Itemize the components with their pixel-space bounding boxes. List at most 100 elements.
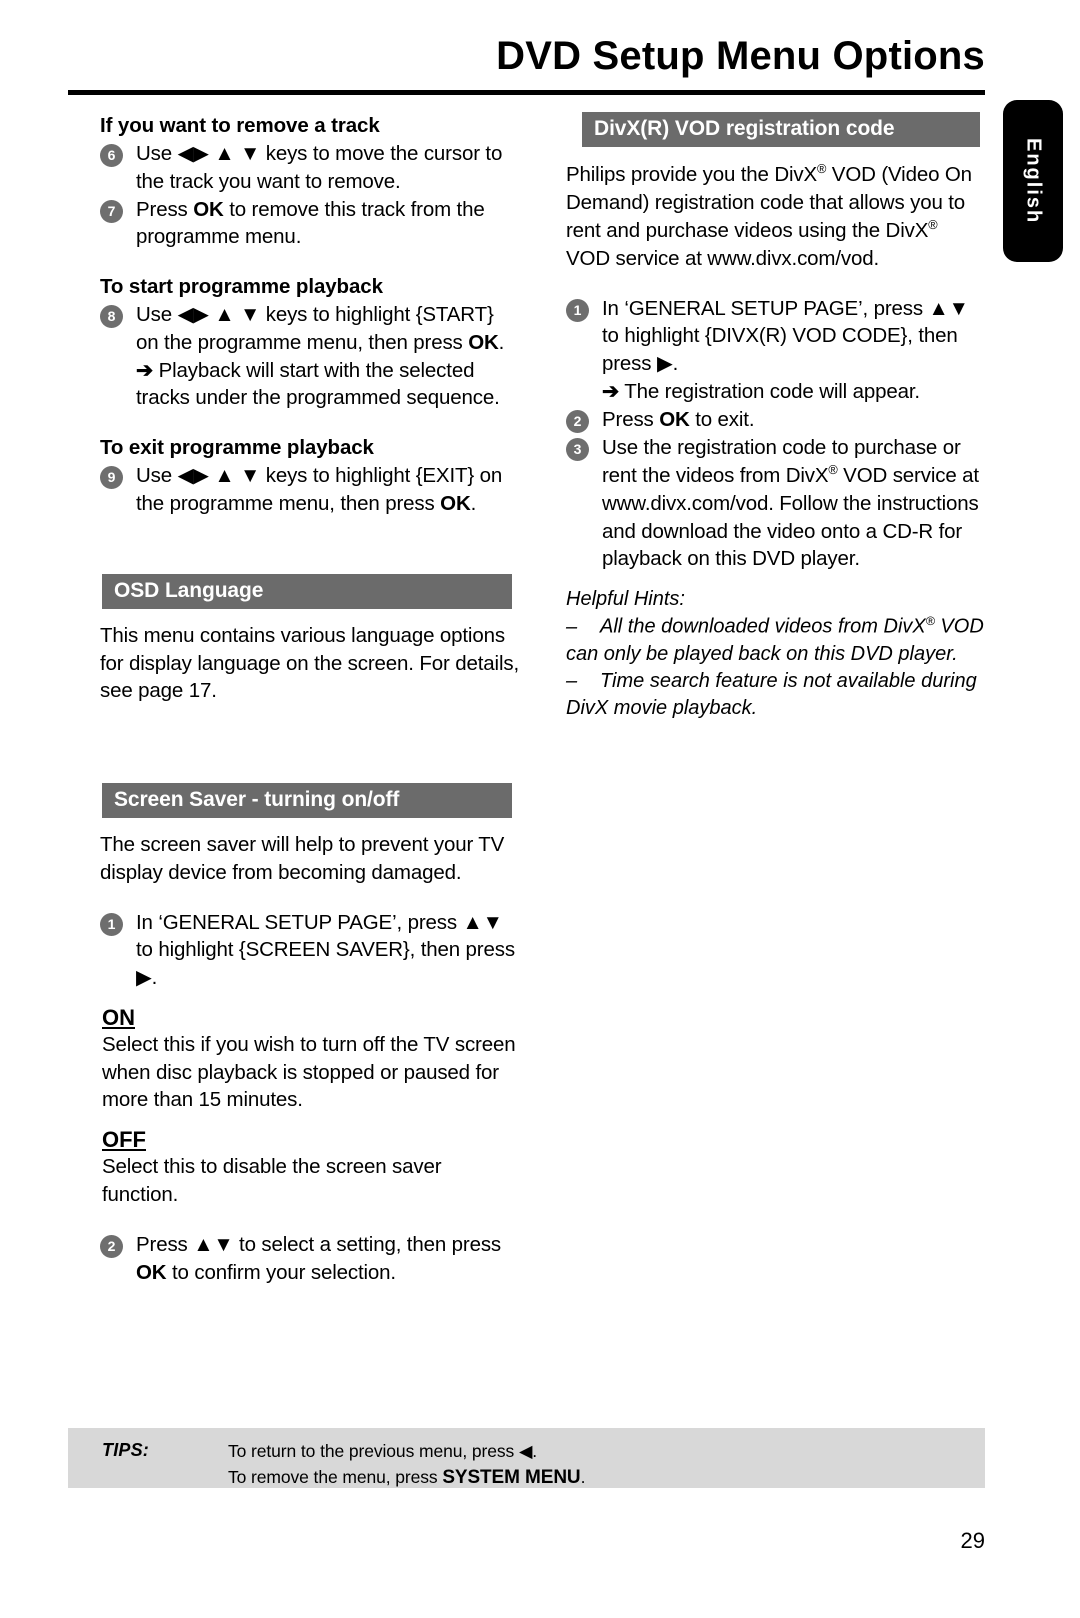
heading-exit-playback: To exit programme playback [100,436,374,460]
tips-line-2: To remove the menu, press SYSTEM MENU. [228,1464,585,1493]
helpful-hint-item: – All the downloaded videos from DivX® VO… [566,613,984,668]
step-item: 2 Press OK to exit. [566,406,984,434]
ok-key-label: OK [440,492,471,516]
step-text-end: . [470,492,477,516]
step-text-pre: Use [136,464,178,488]
step-bullet: 2 [100,1234,123,1258]
arrow-keys-icon: ◀▶ ▲ ▼ [177,303,261,327]
ok-key-label: OK [468,330,499,354]
left-key-icon: ◀ [518,1441,533,1461]
heading-start-playback: To start programme playback [100,275,383,299]
registered-mark-icon: ® [928,217,938,233]
step-bullet: 6 [100,144,123,168]
step-item: 2 Press ▲▼ to select a setting, then pres… [100,1231,520,1287]
screen-saver-body: The screen saver will help to prevent yo… [100,833,505,884]
right-key-icon: ▶ [136,966,152,990]
step-bullet: 2 [566,409,589,433]
hint-dash-icon: – [566,615,578,638]
heading-remove-track: If you want to remove a track [100,114,380,137]
step-bullet: 3 [566,437,589,461]
step-text-pre: In ‘GENERAL SETUP PAGE’, press [136,910,463,934]
tips-line2-pre: To remove the menu, press [228,1467,443,1488]
system-menu-key-label: SYSTEM MENU [442,1467,581,1489]
step-text-pre: Use [136,303,178,327]
step-text-pre: Press [136,197,194,221]
language-tab-label: English [1022,137,1045,225]
tips-label: TIPS: [102,1440,150,1460]
option-body-off: Select this to disable the screen saver … [102,1155,442,1206]
step-text-pre: In ‘GENERAL SETUP PAGE’, press [602,296,929,320]
tips-line-1: To return to the previous menu, press ◀. [228,1438,585,1464]
option-label-on: ON [102,1004,135,1030]
right-column: DivX(R) VOD registration code Philips pr… [566,112,984,722]
option-label-off: OFF [102,1127,146,1153]
manual-page: DVD Setup Menu Options English If you wa… [0,0,1080,1618]
step-bullet: 1 [566,298,589,322]
osd-language-body: This menu contains various language opti… [100,623,519,703]
registered-mark-icon: ® [817,161,827,176]
result-arrow-icon: ➔ [136,358,154,382]
step-text-pre: Use [136,142,178,166]
up-down-keys-icon: ▲▼ [928,296,969,320]
step-item: 3 Use the registration code to purchase o… [566,434,984,574]
ok-key-label: OK [193,197,224,221]
step-bullet: 9 [100,466,123,490]
hint-text-a: All the downloaded videos from DivX [600,615,926,638]
result-text: Playback will start with the selected tr… [136,358,500,410]
step-item: 1 In ‘GENERAL SETUP PAGE’, press ▲▼ to hi… [566,295,984,406]
step-bullet: 8 [100,305,123,329]
tips-line2-post: . [580,1467,586,1488]
up-down-keys-icon: ▲▼ [193,1232,234,1256]
step-text-end: to confirm your selection. [166,1260,396,1284]
helpful-hints-title: Helpful Hints: [566,588,685,611]
result-arrow-icon: ➔ [602,380,620,404]
language-tab: English [1003,100,1063,262]
step-text-mid: to highlight {SCREEN SAVER}, then press [136,938,515,962]
step-text-pre: Press [602,407,660,431]
page-title: DVD Setup Menu Options [496,34,985,78]
divx-intro-paragraph: Philips provide you the DivX® VOD (Video… [566,160,984,273]
step-item: 1 In ‘GENERAL SETUP PAGE’, press ▲▼ to hi… [100,909,520,992]
section-bar-screen-saver: Screen Saver - turning on/off [102,783,512,819]
step-text-pre: Press [136,1232,194,1256]
hint-dash-icon: – [566,669,578,692]
arrow-keys-icon: ◀▶ ▲ ▼ [177,464,261,488]
divx-intro-a: Philips provide you the DivX [566,162,818,186]
result-text: The registration code will appear. [624,380,920,404]
step-text-end: . [498,330,505,354]
ok-key-label: OK [136,1260,167,1284]
right-key-icon: ▶ [656,352,673,376]
step-item: 7 Press OK to remove this track from the … [100,196,520,252]
option-body-on: Select this if you wish to turn off the … [102,1032,516,1112]
step-bullet: 1 [100,912,123,936]
section-bar-divx-vod: DivX(R) VOD registration code [582,112,980,147]
registered-mark-icon: ® [925,614,935,629]
helpful-hint-item: – Time search feature is not available du… [566,668,984,722]
step-bullet: 7 [100,199,123,223]
tips-line1-post: . [532,1441,538,1461]
divx-intro-c: VOD service at www.divx.com/vod. [566,246,880,270]
step-text-mid: to highlight {DIVX(R) VOD CODE}, then pr… [602,324,958,376]
registered-mark-icon: ® [828,462,838,478]
header-divider [68,90,985,95]
page-number: 29 [960,1528,985,1553]
step-item: 8 Use ◀▶ ▲ ▼ keys to highlight {START} on… [100,301,520,412]
section-bar-osd-language: OSD Language [102,573,512,609]
step-text-end: . [672,352,679,376]
step-text-end: to exit. [689,407,755,431]
step-text-end: . [151,966,158,990]
step-item: 6 Use ◀▶ ▲ ▼ keys to move the cursor to t… [100,140,520,196]
step-result: ➔ Playback will start with the selected … [136,357,520,413]
